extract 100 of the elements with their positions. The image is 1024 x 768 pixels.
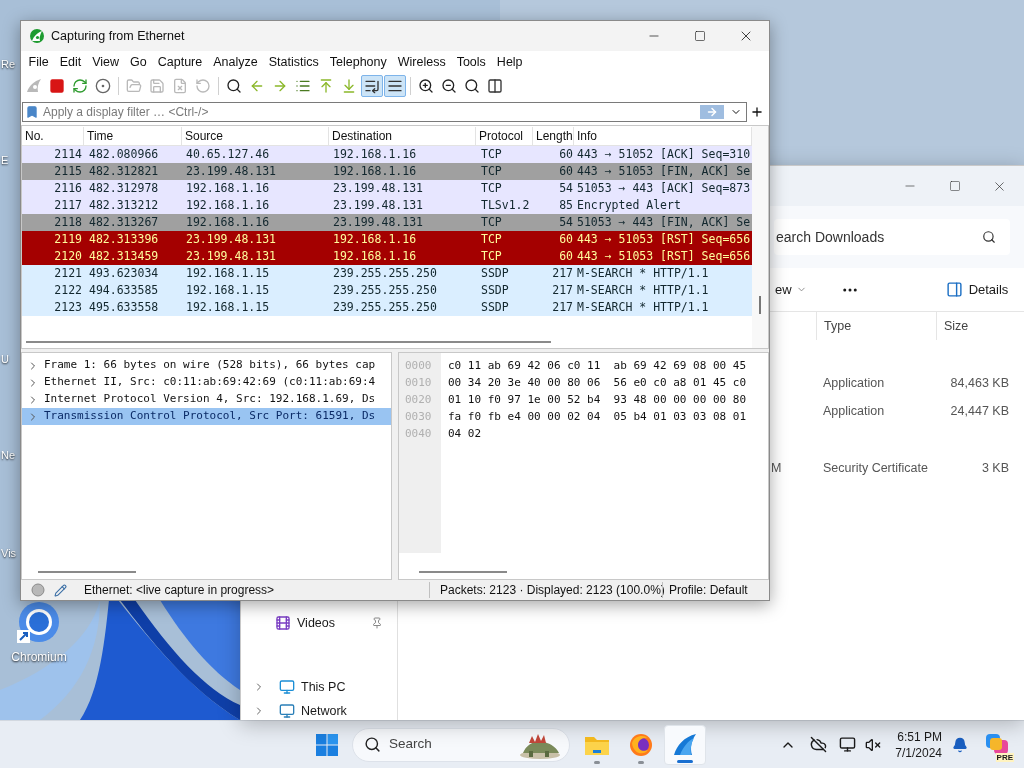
- nav-item[interactable]: This PC: [241, 672, 383, 702]
- network-icon[interactable]: [839, 736, 857, 753]
- search-field[interactable]: earch Downloads: [774, 219, 1010, 255]
- nav-item-label: This PC: [301, 678, 346, 696]
- colorize-button[interactable]: [384, 75, 406, 97]
- scrollbar-thumb[interactable]: [26, 341, 551, 343]
- nav-item-label: Videos: [297, 614, 335, 632]
- menu-item[interactable]: Statistics: [263, 52, 325, 72]
- byte-offset: 0010: [405, 375, 433, 391]
- column-header[interactable]: No.: [22, 126, 84, 145]
- volume-muted-icon[interactable]: [865, 736, 882, 753]
- scrollbar-thumb[interactable]: [38, 571, 136, 573]
- network-icon: [279, 703, 295, 719]
- table-cell-text: 239.255.255.250: [332, 265, 438, 282]
- chromium-icon[interactable]: [17, 600, 61, 644]
- menu-item[interactable]: Analyze: [207, 52, 264, 72]
- table-cell-text: 192.168.1.16: [332, 231, 418, 248]
- column-header[interactable]: Type: [816, 312, 936, 340]
- menu-item[interactable]: Help: [491, 52, 529, 72]
- column-header[interactable]: Time: [84, 126, 182, 145]
- column-header[interactable]: Protocol: [476, 126, 533, 145]
- taskbar-app-button[interactable]: [664, 724, 706, 765]
- table-cell-text: 2116: [53, 180, 83, 197]
- menu-item[interactable]: Tools: [451, 52, 492, 72]
- table-cell-text: 54: [558, 180, 574, 197]
- arrow-right-icon: [706, 106, 718, 118]
- nav-item-label: Network: [301, 702, 347, 720]
- packet-row[interactable]: 2122 494.633585 192.168.1.15 239.255.255.250 SSDP 217 M-SEARCH * HTTP/1.1: [22, 282, 752, 299]
- view-button[interactable]: ew: [775, 279, 807, 300]
- table-cell-text: SSDP: [480, 282, 510, 299]
- window-title: Capturing from Ethernet: [51, 27, 185, 45]
- search-icon: [364, 736, 381, 753]
- table-cell-text: 192.168.1.16: [332, 248, 418, 265]
- menu-item[interactable]: File: [23, 52, 55, 72]
- table-cell-text: 2117: [53, 197, 83, 214]
- table-cell-text: 192.168.1.16: [185, 180, 271, 197]
- table-cell-text: 192.168.1.16: [185, 214, 271, 231]
- packet-row[interactable]: 2114 482.080966 40.65.127.46 192.168.1.16 TCP 60 443 → 51052 [ACK] Seq=310: [22, 146, 752, 163]
- taskbar-search-box[interactable]: Search: [352, 727, 570, 762]
- notification-bell-icon[interactable]: [952, 736, 968, 753]
- packet-row[interactable]: 2117 482.313212 192.168.1.16 23.199.48.131 TLSv1.2 85 Encrypted Alert: [22, 197, 752, 214]
- table-cell-text: SSDP: [480, 299, 510, 316]
- fin-icon: [26, 78, 42, 94]
- column-header[interactable]: Size: [936, 312, 1016, 340]
- table-cell-text: 482.312978: [88, 180, 160, 197]
- target-icon: [95, 78, 111, 94]
- table-cell-text: 23.199.48.131: [332, 197, 424, 214]
- table-cell-text: 23.199.48.131: [185, 163, 277, 180]
- table-cell-text: 239.255.255.250: [332, 299, 438, 316]
- pin-icon: [371, 617, 383, 629]
- edit-icon[interactable]: [54, 583, 67, 597]
- scrollbar-thumb[interactable]: [419, 571, 507, 573]
- column-header[interactable]: Source: [182, 126, 329, 145]
- file-x-icon: [172, 78, 188, 94]
- packet-row[interactable]: 2118 482.313267 192.168.1.16 23.199.48.131 TCP 54 51053 → 443 [FIN, ACK] Se: [22, 214, 752, 231]
- scrollbar[interactable]: [752, 126, 768, 348]
- column-header[interactable]: Length: [533, 126, 574, 145]
- bookmark-icon: [25, 105, 39, 119]
- menu-item[interactable]: Go: [124, 52, 153, 72]
- packet-row[interactable]: 2123 495.633558 192.168.1.15 239.255.255.250 SSDP 217 M-SEARCH * HTTP/1.1: [22, 299, 752, 316]
- autoscroll-button[interactable]: [361, 75, 383, 97]
- stop-icon: [49, 78, 65, 94]
- packet-row[interactable]: 2119 482.313396 23.199.48.131 192.168.1.16 TCP 60 443 → 51053 [RST] Seq=656: [22, 231, 752, 248]
- table-cell-text: Security Certificate: [822, 459, 929, 477]
- packet-row[interactable]: 2120 482.313459 23.199.48.131 192.168.1.16 TCP 60 443 → 51053 [RST] Seq=656: [22, 248, 752, 265]
- table-cell-text: 192.168.1.15: [185, 299, 271, 316]
- firefox-icon: [629, 732, 653, 757]
- hex-bytes: fa f0 fb e4 00 00 02 04 05 b4 01 03 03 08 01: [448, 409, 746, 425]
- nav-item[interactable]: Network: [241, 702, 383, 720]
- table-cell-text: 443 → 51053 [RST] Seq=656: [576, 231, 752, 248]
- byte-offset: 0020: [405, 392, 433, 408]
- packet-row[interactable]: 2116 482.312978 192.168.1.16 23.199.48.131 TCP 54 51053 → 443 [ACK] Seq=873: [22, 180, 752, 197]
- table-cell-text: 23.199.48.131: [332, 214, 424, 231]
- hex-bytes: 00 34 20 3e 40 00 80 06 56 e0 c0 a8 01 45 c0: [448, 375, 746, 391]
- cloud-off-icon[interactable]: [810, 736, 828, 753]
- table-cell-text: 482.313267: [88, 214, 160, 231]
- menu-item[interactable]: Wireless: [392, 52, 452, 72]
- reload-icon: [195, 78, 211, 94]
- packet-row[interactable]: 2115 482.312821 23.199.48.131 192.168.1.16 TCP 60 443 → 51053 [FIN, ACK] Se: [22, 163, 752, 180]
- menu-item[interactable]: View: [86, 52, 125, 72]
- nav-item[interactable]: Videos: [241, 607, 383, 639]
- column-header[interactable]: Destination: [329, 126, 476, 145]
- clock[interactable]: 6:51 PM 7/1/2024: [895, 728, 942, 761]
- apply-filter-button[interactable]: [700, 105, 724, 119]
- details-button[interactable]: Details: [945, 279, 1009, 300]
- add-filter-icon[interactable]: [750, 105, 764, 119]
- monitor-icon: [279, 679, 295, 695]
- display-filter-field[interactable]: Apply a display filter … <Ctrl-/>: [22, 102, 747, 122]
- refresh-icon: [72, 78, 88, 94]
- menu-item[interactable]: Edit: [54, 52, 87, 72]
- table-cell-text: 60: [558, 146, 574, 163]
- windows-icon: [316, 733, 338, 756]
- menu-item[interactable]: Telephony: [324, 52, 393, 72]
- zoom-reset-icon: [464, 78, 480, 94]
- table-cell-text: 192.168.1.16: [185, 197, 271, 214]
- zoom-out-icon: [441, 78, 457, 94]
- packet-row[interactable]: 2121 493.623034 192.168.1.15 239.255.255.250 SSDP 217 M-SEARCH * HTTP/1.1: [22, 265, 752, 282]
- menu-item[interactable]: Capture: [152, 52, 208, 72]
- table-cell-text: 493.623034: [88, 265, 160, 282]
- list-icon: [295, 78, 311, 94]
